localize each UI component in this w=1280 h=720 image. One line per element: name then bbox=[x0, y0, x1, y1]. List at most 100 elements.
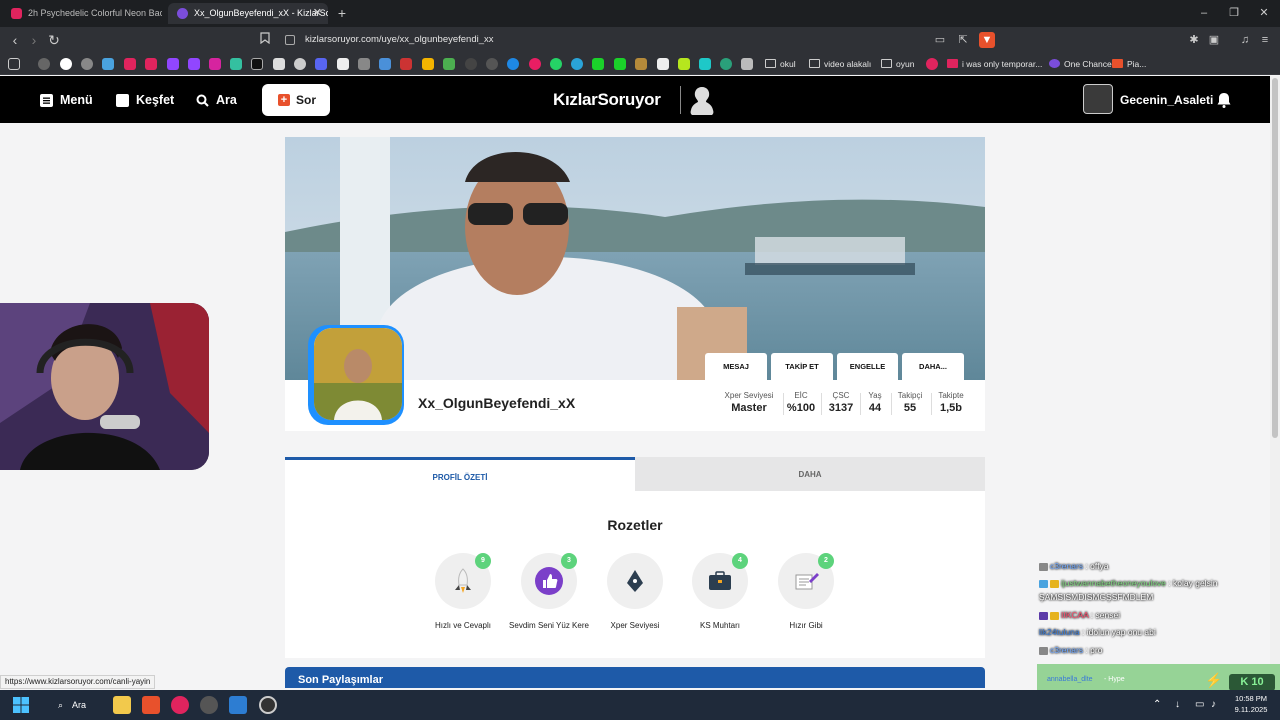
gmail-icon[interactable] bbox=[400, 58, 412, 70]
stat-following[interactable]: Takipte 1,5b bbox=[933, 390, 969, 416]
kick-icon[interactable] bbox=[614, 58, 626, 70]
bookmark-site-icon[interactable] bbox=[337, 58, 349, 70]
extensions-icon[interactable]: ✱ bbox=[1186, 32, 1202, 48]
badge-xper-level[interactable]: Xper Seviyesi bbox=[590, 553, 680, 630]
tab-more[interactable]: DAHA bbox=[635, 457, 985, 491]
bookmark-icon[interactable] bbox=[257, 32, 273, 48]
explore-button[interactable]: Keşfet bbox=[116, 91, 174, 109]
photos-icon[interactable] bbox=[229, 696, 247, 714]
apps-grid-icon[interactable] bbox=[8, 58, 20, 70]
ask-question-button[interactable]: + Sor bbox=[262, 84, 330, 116]
menu-button[interactable]: Menü bbox=[40, 91, 93, 109]
site-logo[interactable]: KızlarSoruyor bbox=[553, 88, 661, 112]
download-icon[interactable]: ↓ bbox=[1175, 698, 1180, 712]
search-button[interactable]: Ara bbox=[196, 91, 237, 109]
drive-icon[interactable] bbox=[422, 58, 434, 70]
telegram-icon[interactable] bbox=[571, 58, 583, 70]
badge-ks-headman[interactable]: 4 KS Muhtarı bbox=[675, 553, 765, 630]
instagram-icon[interactable] bbox=[209, 58, 221, 70]
obs-icon[interactable] bbox=[200, 696, 218, 714]
brave-shield-icon[interactable]: ▼ bbox=[979, 32, 995, 48]
bookmark-site-icon[interactable] bbox=[678, 58, 690, 70]
url-field[interactable]: kizlarsoruyor.com/uye/xx_olgunbeyefendi_… bbox=[276, 30, 996, 50]
youtube-icon[interactable] bbox=[145, 58, 157, 70]
gemini-icon[interactable] bbox=[102, 58, 114, 70]
browser-tab[interactable]: 2h Psychedelic Colorful Neon Backg bbox=[2, 3, 162, 24]
close-tab-icon[interactable]: ✕ bbox=[313, 3, 322, 24]
discord-icon[interactable] bbox=[315, 58, 327, 70]
badge-fast-answerer[interactable]: 9 Hızlı ve Cevaplı bbox=[418, 553, 508, 630]
bookmark-site-icon[interactable] bbox=[465, 58, 477, 70]
bookmark-site-icon[interactable] bbox=[443, 58, 455, 70]
bookmark-site-icon[interactable] bbox=[741, 58, 753, 70]
bookmark-folder[interactable]: okul bbox=[765, 56, 796, 72]
user-avatar[interactable] bbox=[1083, 84, 1113, 114]
profile-photo[interactable] bbox=[308, 325, 404, 425]
x-twitter-icon[interactable] bbox=[251, 58, 263, 70]
chevron-up-icon[interactable]: ⌃ bbox=[1153, 698, 1161, 712]
github-icon[interactable] bbox=[486, 58, 498, 70]
bookmark-site-icon[interactable] bbox=[81, 58, 93, 70]
steam-icon[interactable] bbox=[259, 696, 277, 714]
message-button[interactable]: MESAJ bbox=[705, 353, 767, 380]
minimize-button[interactable]: – bbox=[1189, 4, 1219, 22]
translate-icon[interactable] bbox=[379, 58, 391, 70]
sidebar-icon[interactable]: ▣ bbox=[1206, 32, 1222, 48]
bookmark-site-icon[interactable] bbox=[230, 58, 242, 70]
back-icon[interactable]: ‹ bbox=[6, 31, 24, 49]
close-window-button[interactable]: ✕ bbox=[1249, 4, 1279, 22]
bookmark-site-icon[interactable] bbox=[657, 58, 669, 70]
bookmark-site-icon[interactable] bbox=[926, 58, 938, 70]
bookmark-link[interactable]: One Chance bbox=[1049, 56, 1112, 72]
bookmark-folder[interactable]: oyun bbox=[881, 56, 914, 72]
bookmark-site-icon[interactable] bbox=[529, 58, 541, 70]
media-icon[interactable]: ♫ bbox=[1237, 32, 1253, 48]
reload-icon[interactable]: ↻ bbox=[45, 31, 63, 49]
network-icon[interactable]: ▭ bbox=[1195, 698, 1204, 712]
file-explorer-icon[interactable] bbox=[113, 696, 131, 714]
site-settings-icon[interactable] bbox=[285, 35, 295, 45]
bookmark-site-icon[interactable] bbox=[635, 58, 647, 70]
more-button[interactable]: DAHA... bbox=[902, 353, 964, 380]
cast-icon[interactable]: ▭ bbox=[932, 32, 948, 48]
restore-button[interactable]: ❐ bbox=[1219, 4, 1249, 22]
media-player-icon[interactable] bbox=[171, 696, 189, 714]
badge-like-khidr[interactable]: 2 Hızır Gibi bbox=[761, 553, 851, 630]
google-icon[interactable] bbox=[60, 58, 72, 70]
twitch-icon[interactable] bbox=[167, 58, 179, 70]
kick-icon[interactable] bbox=[592, 58, 604, 70]
stat-followers[interactable]: Takipçi 55 bbox=[893, 390, 927, 416]
volume-icon[interactable]: ♪ bbox=[1211, 698, 1216, 712]
bookmark-site-icon[interactable] bbox=[294, 58, 306, 70]
bookmark-site-icon[interactable] bbox=[507, 58, 519, 70]
recent-posts-header[interactable]: Son Paylaşımlar bbox=[285, 667, 985, 688]
youtube-icon[interactable] bbox=[124, 58, 136, 70]
badge-liked-hundred[interactable]: 3 Sevdim Seni Yüz Kere bbox=[504, 553, 594, 630]
twitch-icon[interactable] bbox=[188, 58, 200, 70]
bell-icon[interactable] bbox=[1217, 92, 1231, 108]
follow-button[interactable]: TAKİP ET bbox=[771, 353, 833, 380]
page-scrollbar[interactable] bbox=[1270, 76, 1280, 688]
whatsapp-icon[interactable] bbox=[550, 58, 562, 70]
windows-start-icon[interactable] bbox=[12, 696, 30, 714]
bookmark-link[interactable]: i was only temporar... bbox=[947, 56, 1042, 72]
browser-tab-active[interactable]: Xx_OlgunBeyefendi_xX - KizlarSo ✕ bbox=[168, 3, 328, 24]
menu-icon[interactable]: ≡ bbox=[1257, 32, 1273, 48]
bookmark-site-icon[interactable] bbox=[720, 58, 732, 70]
block-button[interactable]: ENGELLE bbox=[837, 353, 898, 380]
bookmark-link[interactable]: Pia... bbox=[1112, 56, 1146, 72]
forward-icon[interactable]: › bbox=[25, 31, 43, 49]
new-tab-button[interactable]: + bbox=[334, 3, 350, 23]
bookmark-folder[interactable]: video alakalı bbox=[809, 56, 871, 72]
share-icon[interactable]: ⇱ bbox=[955, 32, 971, 48]
bookmark-site-icon[interactable] bbox=[699, 58, 711, 70]
user-name[interactable]: Gecenin_Asaleti bbox=[1120, 91, 1213, 109]
scrollbar-thumb[interactable] bbox=[1272, 78, 1278, 438]
tiktok-icon[interactable] bbox=[273, 58, 285, 70]
tab-profile-summary[interactable]: PROFİL ÖZETİ bbox=[285, 457, 635, 491]
taskbar-search[interactable]: ⌕ Ara bbox=[52, 696, 102, 714]
bookmark-site-icon[interactable] bbox=[358, 58, 370, 70]
history-icon[interactable] bbox=[38, 58, 50, 70]
brave-browser-icon[interactable] bbox=[142, 696, 160, 714]
taskbar-clock[interactable]: 10:58 PM 9.11.2025 bbox=[1228, 693, 1274, 715]
